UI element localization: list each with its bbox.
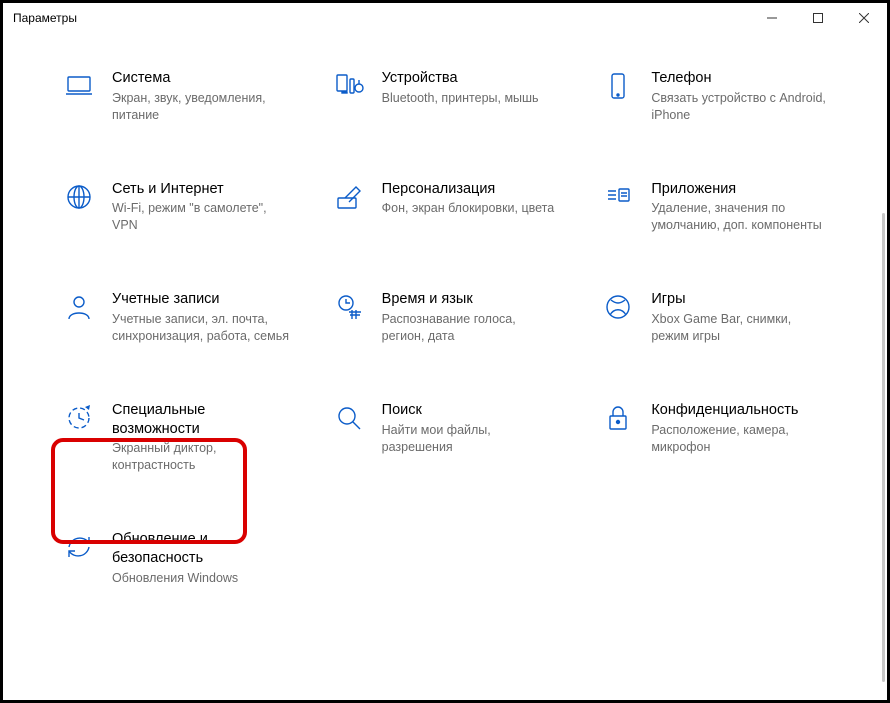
tile-devices[interactable]: Устройства Bluetooth, принтеры, мышь <box>328 65 578 128</box>
scrollbar[interactable] <box>882 213 885 682</box>
settings-grid: Система Экран, звук, уведомления, питание… <box>58 65 847 591</box>
globe-icon <box>62 181 96 215</box>
tile-subtitle: Экранный диктор, контрастность <box>112 440 292 474</box>
ease-icon <box>62 402 96 436</box>
tile-personalization[interactable]: ПерсонализацияФон, экран блокировки, цве… <box>328 176 578 239</box>
tile-subtitle: Расположение, камера, микрофон <box>651 422 831 456</box>
tile-title: Время и язык <box>382 290 562 309</box>
tile-title: Конфиденциальность <box>651 401 831 420</box>
search-icon <box>332 402 366 436</box>
tile-title: Специальные возможности <box>112 401 292 439</box>
devices-icon <box>332 70 366 104</box>
tile-network[interactable]: Сеть и ИнтернетWi-Fi, режим "в самолете"… <box>58 176 308 239</box>
clock-lang-icon <box>332 291 366 325</box>
maximize-button[interactable] <box>795 3 841 33</box>
tile-title: Приложения <box>651 180 831 199</box>
tile-text: Специальные возможностиЭкранный диктор, … <box>112 401 292 474</box>
tile-subtitle: Фон, экран блокировки, цвета <box>382 200 555 217</box>
tile-apps[interactable]: ПриложенияУдаление, значения по умолчани… <box>597 176 847 239</box>
tile-update[interactable]: Обновление и безопасность Обновления Wind… <box>58 526 308 591</box>
content-area: Система Экран, звук, уведомления, питание… <box>3 33 887 700</box>
tile-text: Устройства Bluetooth, принтеры, мышь <box>382 69 539 107</box>
tile-title: Система <box>112 69 292 88</box>
phone-icon <box>601 70 635 104</box>
tile-title: Сеть и Интернет <box>112 180 292 199</box>
tile-title: Телефон <box>651 69 831 88</box>
tile-text: Поиск Найти мои файлы, разрешения <box>382 401 562 456</box>
close-button[interactable] <box>841 3 887 33</box>
tile-text: Телефон Связать устройство с Android, iPh… <box>651 69 831 124</box>
tile-title: Обновление и безопасность <box>112 530 292 568</box>
tile-text: ПриложенияУдаление, значения по умолчани… <box>651 180 831 235</box>
tile-phone[interactable]: Телефон Связать устройство с Android, iPh… <box>597 65 847 128</box>
tile-text: Учетные записи Учетные записи, эл. почта,… <box>112 290 292 345</box>
tile-text: Обновление и безопасность Обновления Wind… <box>112 530 292 587</box>
tile-subtitle: Обновления Windows <box>112 570 292 587</box>
tile-subtitle: Xbox Game Bar, снимки, режим игры <box>651 311 831 345</box>
tile-title: Персонализация <box>382 180 555 199</box>
laptop-icon <box>62 70 96 104</box>
window-controls <box>749 3 887 33</box>
lock-icon <box>601 402 635 436</box>
apps-icon <box>601 181 635 215</box>
pen-icon <box>332 181 366 215</box>
xbox-icon <box>601 291 635 325</box>
tile-text: Время и язык Распознавание голоса, регион… <box>382 290 562 345</box>
tile-subtitle: Связать устройство с Android, iPhone <box>651 90 831 124</box>
tile-text: ПерсонализацияФон, экран блокировки, цве… <box>382 180 555 218</box>
tile-subtitle: Распознавание голоса, регион, дата <box>382 311 562 345</box>
tile-accounts[interactable]: Учетные записи Учетные записи, эл. почта,… <box>58 286 308 349</box>
tile-ease[interactable]: Специальные возможностиЭкранный диктор, … <box>58 397 308 478</box>
tile-gaming[interactable]: Игры Xbox Game Bar, снимки, режим игры <box>597 286 847 349</box>
tile-subtitle: Найти мои файлы, разрешения <box>382 422 562 456</box>
settings-window: Параметры Система Экран, звук, уведомлени… <box>0 0 890 703</box>
tile-subtitle: Wi-Fi, режим "в самолете", VPN <box>112 200 292 234</box>
sync-icon <box>62 531 96 565</box>
tile-text: Система Экран, звук, уведомления, питание <box>112 69 292 124</box>
tile-title: Устройства <box>382 69 539 88</box>
window-title: Параметры <box>13 11 77 25</box>
tile-text: Конфиденциальность Расположение, камера, … <box>651 401 831 456</box>
tile-text: Сеть и ИнтернетWi-Fi, режим "в самолете"… <box>112 180 292 235</box>
tile-subtitle: Учетные записи, эл. почта, синхронизация… <box>112 311 292 345</box>
tile-timelang[interactable]: Время и язык Распознавание голоса, регион… <box>328 286 578 349</box>
titlebar: Параметры <box>3 3 887 33</box>
tile-search[interactable]: Поиск Найти мои файлы, разрешения <box>328 397 578 478</box>
tile-title: Поиск <box>382 401 562 420</box>
tile-system[interactable]: Система Экран, звук, уведомления, питание <box>58 65 308 128</box>
tile-title: Учетные записи <box>112 290 292 309</box>
tile-text: Игры Xbox Game Bar, снимки, режим игры <box>651 290 831 345</box>
minimize-button[interactable] <box>749 3 795 33</box>
tile-title: Игры <box>651 290 831 309</box>
tile-subtitle: Экран, звук, уведомления, питание <box>112 90 292 124</box>
person-icon <box>62 291 96 325</box>
tile-subtitle: Bluetooth, принтеры, мышь <box>382 90 539 107</box>
tile-subtitle: Удаление, значения по умолчанию, доп. ко… <box>651 200 831 234</box>
tile-privacy[interactable]: Конфиденциальность Расположение, камера, … <box>597 397 847 478</box>
